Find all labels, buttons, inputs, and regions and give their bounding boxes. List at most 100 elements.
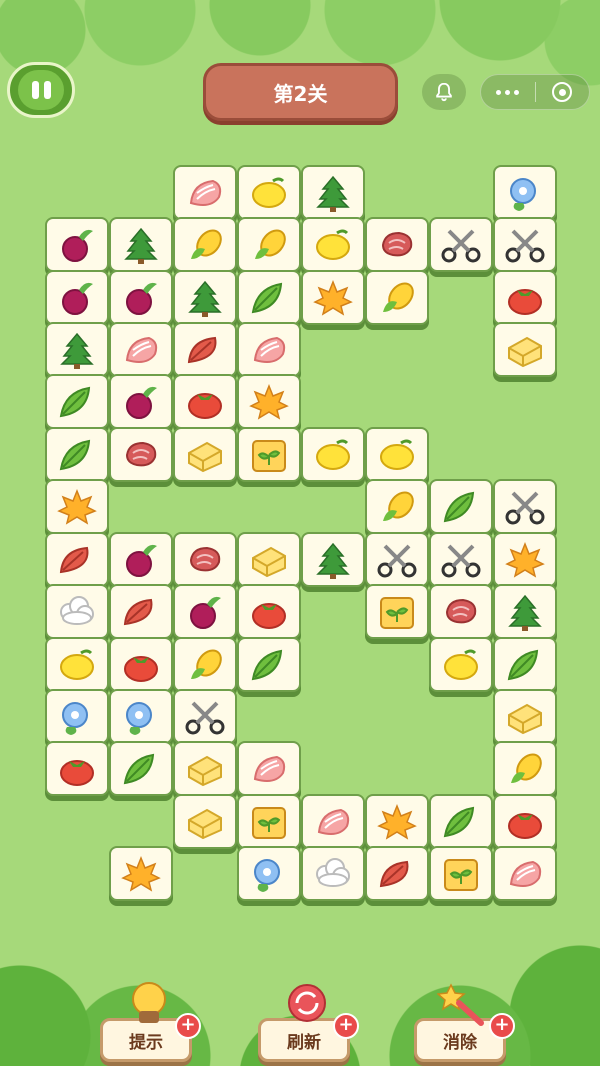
tile-steak[interactable] [173,532,237,587]
tile-butter[interactable] [237,532,301,587]
tile-board [0,0,600,1066]
tile-butter[interactable] [493,322,557,377]
tile-leaf[interactable] [493,637,557,692]
tile-lemon[interactable] [301,217,365,272]
remove-button[interactable]: 消除 + [414,983,515,1062]
tile-lemon[interactable] [237,165,301,220]
tile-maple[interactable] [109,846,173,901]
tile-flower[interactable] [45,689,109,744]
tile-maple[interactable] [45,479,109,534]
maple-icon [121,855,161,892]
tile-steak[interactable] [109,427,173,482]
tile-corn[interactable] [365,479,429,534]
tile-beet[interactable] [109,532,173,587]
hint-button[interactable]: 提示 + [100,982,201,1062]
tile-corn[interactable] [173,217,237,272]
tile-flower[interactable] [493,165,557,220]
tile-leaf[interactable] [429,794,493,849]
refresh-button[interactable]: 刷新 + [258,984,359,1062]
salmon-icon [317,808,350,835]
tile-leaf[interactable] [237,270,301,325]
tile-flower[interactable] [109,689,173,744]
tile-lemon[interactable] [45,637,109,692]
tile-scissors[interactable] [173,689,237,744]
tile-tomato[interactable] [45,741,109,796]
tile-maple[interactable] [365,794,429,849]
tile-salmon[interactable] [173,165,237,220]
tile-butter[interactable] [493,689,557,744]
tile-tomato[interactable] [493,794,557,849]
seed-icon [380,596,414,629]
tile-maple[interactable] [493,532,557,587]
tile-cauliflower[interactable] [45,584,109,639]
tile-salmon[interactable] [301,794,365,849]
lemon-icon [252,177,286,208]
tile-pine[interactable] [173,270,237,325]
tile-tomato[interactable] [173,374,237,429]
tile-beet[interactable] [45,270,109,325]
tile-leaf[interactable] [109,741,173,796]
tile-leaf[interactable] [429,479,493,534]
tile-butter[interactable] [173,427,237,482]
tile-scissors[interactable] [365,532,429,587]
tile-seed[interactable] [237,427,301,482]
tile-corn[interactable] [493,741,557,796]
refresh-add-icon[interactable]: + [333,1013,359,1039]
tile-beet[interactable] [45,217,109,272]
tile-redleaf[interactable] [173,322,237,377]
tile-pine[interactable] [109,217,173,272]
tile-pine[interactable] [301,165,365,220]
tile-leaf[interactable] [45,374,109,429]
tile-seed[interactable] [429,846,493,901]
corn-icon [511,752,542,783]
tile-salmon[interactable] [493,846,557,901]
tile-tomato[interactable] [109,637,173,692]
tomato-icon [252,602,286,629]
tile-lemon[interactable] [301,427,365,482]
remove-add-icon[interactable]: + [489,1013,515,1039]
scissors-icon [185,701,225,734]
tile-redleaf[interactable] [45,532,109,587]
tile-lemon[interactable] [365,427,429,482]
tile-scissors[interactable] [429,532,493,587]
tile-beet[interactable] [109,270,173,325]
tile-seed[interactable] [237,794,301,849]
tile-corn[interactable] [237,217,301,272]
salmon-icon [253,755,286,782]
tile-lemon[interactable] [429,637,493,692]
tile-flower[interactable] [237,846,301,901]
scissors-icon [377,544,417,577]
tile-beet[interactable] [109,374,173,429]
tile-cauliflower[interactable] [301,846,365,901]
tile-butter[interactable] [173,741,237,796]
tile-butter[interactable] [173,794,237,849]
tile-seed[interactable] [365,584,429,639]
tile-pine[interactable] [301,532,365,587]
leaf-icon [251,649,283,680]
tile-leaf[interactable] [45,427,109,482]
tile-corn[interactable] [173,637,237,692]
tile-leaf[interactable] [237,637,301,692]
tile-maple[interactable] [237,374,301,429]
tile-salmon[interactable] [237,741,301,796]
tile-maple[interactable] [301,270,365,325]
tile-beet[interactable] [173,584,237,639]
tile-tomato[interactable] [493,270,557,325]
leaf-icon [443,806,475,837]
tile-corn[interactable] [365,270,429,325]
hint-label: 提示 [129,1032,163,1053]
tile-steak[interactable] [365,217,429,272]
tile-scissors[interactable] [493,217,557,272]
tile-salmon[interactable] [237,322,301,377]
tile-scissors[interactable] [429,217,493,272]
hint-add-icon[interactable]: + [175,1013,201,1039]
tile-redleaf[interactable] [109,584,173,639]
tile-pine[interactable] [45,322,109,377]
tile-tomato[interactable] [237,584,301,639]
tomato-icon [60,759,94,786]
tile-scissors[interactable] [493,479,557,534]
tile-steak[interactable] [429,584,493,639]
tile-redleaf[interactable] [365,846,429,901]
tile-salmon[interactable] [109,322,173,377]
tile-pine[interactable] [493,584,557,639]
